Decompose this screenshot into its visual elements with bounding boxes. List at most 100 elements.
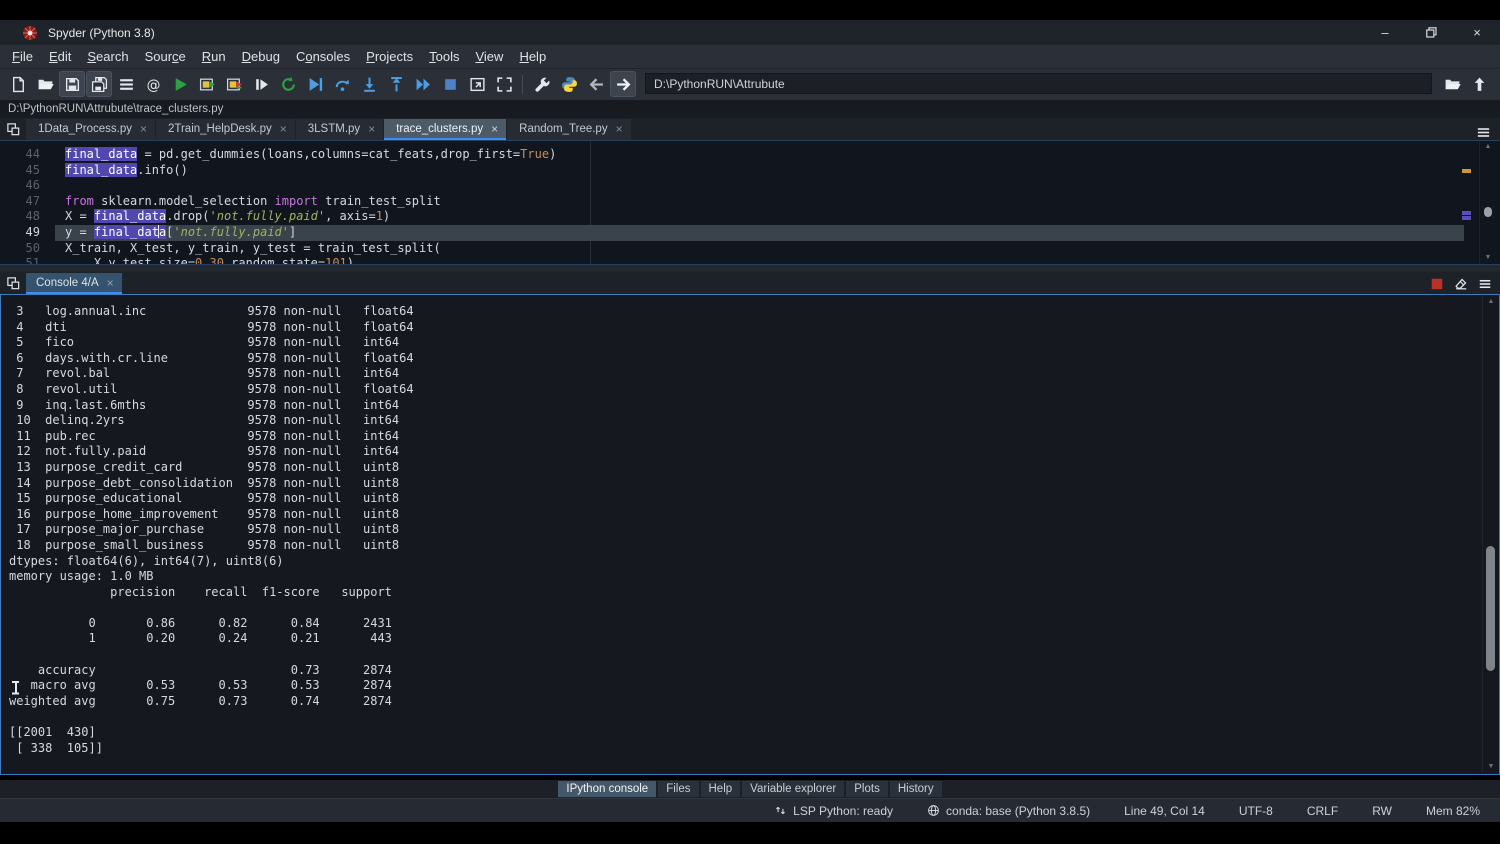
maximize-pane-icon[interactable] — [465, 72, 489, 96]
stop-debug-icon[interactable] — [438, 72, 462, 96]
permissions-status: RW — [1372, 804, 1392, 818]
close-button[interactable]: × — [1454, 20, 1500, 45]
run-cell-icon[interactable] — [195, 72, 219, 96]
close-icon[interactable]: × — [616, 123, 623, 135]
scroll-down-icon[interactable]: ▼ — [1483, 762, 1499, 772]
options-menu-icon[interactable] — [1476, 275, 1494, 293]
menu-debug[interactable]: Debug — [234, 46, 288, 67]
step-over-icon[interactable] — [330, 72, 354, 96]
editor-tab-1Data_Process.py[interactable]: 1Data_Process.py× — [26, 119, 155, 140]
close-icon[interactable]: × — [140, 123, 147, 135]
menu-source[interactable]: Source — [137, 46, 194, 67]
console-tab[interactable]: Console 4/A × — [26, 273, 122, 294]
status-bar: LSP Python: ready conda: base (Python 3.… — [0, 798, 1500, 822]
pane-splitter[interactable] — [0, 265, 1500, 272]
menu-consoles[interactable]: Consoles — [288, 46, 358, 67]
menu-view[interactable]: View — [467, 46, 511, 67]
run-selection-icon[interactable] — [249, 72, 273, 96]
line-number: 47 — [0, 194, 40, 210]
tab-label: 2Train_HelpDesk.py — [168, 123, 272, 135]
run-file-icon[interactable] — [168, 72, 192, 96]
console-scroll-thumb[interactable] — [1486, 546, 1495, 671]
browse-tabs-icon[interactable] — [0, 118, 26, 140]
editor-scroll-thumb[interactable] — [1484, 207, 1492, 217]
open-dir-icon[interactable] — [1440, 72, 1464, 96]
save-icon[interactable] — [60, 72, 84, 96]
console-tab-label: Console 4/A — [36, 277, 99, 289]
plugin-tab-files[interactable]: Files — [658, 781, 698, 798]
editor-tab-trace_clusters.py[interactable]: trace_clusters.py × — [384, 119, 506, 140]
editor-tab-2Train_HelpDesk.py[interactable]: 2Train_HelpDesk.py × — [156, 119, 295, 140]
toolbar-left-group: @ — [6, 72, 516, 96]
back-icon[interactable] — [584, 72, 608, 96]
menu-file[interactable]: File — [4, 46, 41, 67]
menu-projects[interactable]: Projects — [358, 46, 421, 67]
console-scrollbar[interactable]: ▲ ▼ — [1482, 296, 1498, 773]
menu-run[interactable]: Run — [194, 46, 234, 67]
browse-console-tabs-icon[interactable] — [0, 272, 26, 294]
tab-label: trace_clusters.py — [396, 123, 483, 135]
step-into-icon[interactable] — [357, 72, 381, 96]
line-number: 50 — [0, 241, 40, 257]
plugin-tab-ipython-console[interactable]: IPython console — [558, 781, 656, 798]
remove-variables-icon[interactable] — [1452, 275, 1470, 293]
file-path: D:\PythonRUN\Attrubute\trace_clusters.py — [8, 103, 223, 115]
warning-flag — [1462, 169, 1471, 173]
title-bar: Spyder (Python 3.8) – × — [0, 20, 1500, 46]
plugin-tab-history[interactable]: History — [890, 781, 942, 798]
text-cursor — [12, 681, 19, 694]
menu-help[interactable]: Help — [511, 46, 554, 67]
plugin-tab-plots[interactable]: Plots — [846, 781, 888, 798]
code-editor[interactable]: final_data = pd.get_dummies(loans,column… — [0, 140, 1500, 265]
editor-tab-Random_Tree.py[interactable]: Random_Tree.py× — [507, 119, 630, 140]
preferences-icon[interactable] — [530, 72, 554, 96]
scroll-up-icon[interactable]: ▲ — [1480, 142, 1496, 152]
close-icon[interactable]: × — [280, 123, 287, 135]
code-line-48: X = final_data.drop('not.fully.paid', ax… — [55, 209, 1464, 225]
new-file-icon[interactable] — [6, 72, 30, 96]
menu-edit[interactable]: Edit — [41, 46, 79, 67]
breadcrumb: D:\PythonRUN\Attrubute\trace_clusters.py — [0, 100, 1500, 118]
ipython-console[interactable]: 3 log.annual.inc 9578 non-null float64 4… — [0, 294, 1500, 775]
encoding-status: UTF-8 — [1239, 804, 1273, 818]
rerun-cell-icon[interactable] — [276, 72, 300, 96]
run-cell-advance-icon[interactable] — [222, 72, 246, 96]
scroll-down-icon[interactable]: ▼ — [1480, 253, 1496, 263]
scroll-up-icon[interactable]: ▲ — [1483, 297, 1499, 307]
editor-tab-bar: 1Data_Process.py×2Train_HelpDesk.py×3LST… — [0, 118, 1500, 140]
menu-items: FileEditSearchSourceRunDebugConsolesProj… — [4, 46, 554, 67]
save-all-icon[interactable] — [87, 72, 111, 96]
line-number: 44 — [0, 147, 40, 163]
lsp-status: LSP Python: ready — [774, 804, 893, 818]
toolbar-right-group — [1440, 72, 1491, 96]
open-file-icon[interactable] — [33, 72, 57, 96]
menu-search[interactable]: Search — [79, 46, 136, 67]
forward-icon[interactable] — [611, 72, 635, 96]
close-icon[interactable]: × — [368, 123, 375, 135]
interrupt-kernel-icon[interactable] — [1428, 275, 1446, 293]
spyder-window: Spyder (Python 3.8) – × FileEditSearchSo… — [0, 0, 1500, 844]
close-icon[interactable]: × — [107, 276, 114, 290]
line-number: 45 — [0, 163, 40, 179]
python-env-icon[interactable] — [557, 72, 581, 96]
editor-tab-3LSTM.py[interactable]: 3LSTM.py× — [296, 119, 383, 140]
file-switcher-icon[interactable] — [114, 72, 138, 96]
minimize-button[interactable]: – — [1362, 20, 1408, 45]
step-return-icon[interactable] — [384, 72, 408, 96]
plugin-tab-bar: IPython consoleFilesHelpVariable explore… — [0, 780, 1500, 798]
editor-scrollbar[interactable]: ▲ ▼ — [1479, 141, 1496, 264]
debug-continue-icon[interactable] — [411, 72, 435, 96]
debug-file-icon[interactable] — [303, 72, 327, 96]
restore-button[interactable] — [1408, 20, 1454, 45]
goto-parent-icon[interactable] — [1467, 72, 1491, 96]
line-number: 46 — [0, 178, 40, 194]
find-symbols-icon[interactable]: @ — [141, 72, 165, 96]
code-line-47: from sklearn.model_selection import trai… — [55, 194, 1464, 210]
menu-tools[interactable]: Tools — [421, 46, 467, 67]
plugin-tab-help[interactable]: Help — [701, 781, 741, 798]
working-directory-input[interactable] — [645, 73, 1432, 94]
fullscreen-icon[interactable] — [492, 72, 516, 96]
close-icon[interactable]: × — [491, 123, 498, 135]
memory-status: Mem 82% — [1426, 804, 1480, 818]
plugin-tab-variable-explorer[interactable]: Variable explorer — [742, 781, 844, 798]
